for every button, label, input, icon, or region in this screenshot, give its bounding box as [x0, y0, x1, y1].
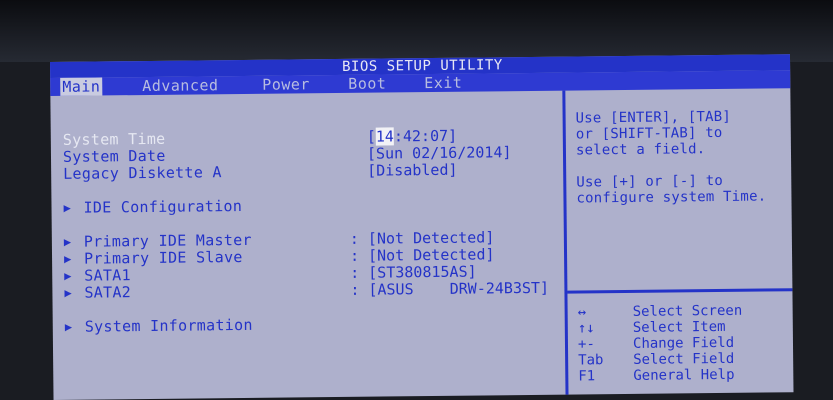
menu-exit[interactable]: Exit [424, 74, 462, 92]
row-ide-configuration[interactable]: ▶ IDE Configuration [51, 195, 563, 217]
menu-advanced[interactable]: Advanced [142, 76, 218, 95]
key-description: Change Field [632, 334, 735, 352]
submenu-arrow-icon: ▶ [63, 251, 72, 266]
menu-power[interactable]: Power [262, 75, 310, 93]
bios-title: BIOS SETUP UTILITY [341, 57, 503, 75]
sata2-label: SATA2 [84, 283, 132, 302]
key-legend-row: F1 General Help [578, 366, 788, 385]
system-time-rest: :42:07] [393, 126, 458, 146]
system-time-hour-field[interactable]: 14 [375, 127, 394, 146]
key-description: Select Field [633, 350, 735, 368]
help-text: select a field. [575, 141, 706, 159]
ide-configuration-label: IDE Configuration [83, 196, 243, 217]
help-text: Use [+] or [-] to [576, 172, 724, 191]
help-text: or [SHIFT-TAB] to [575, 124, 723, 143]
sata1-label: SATA1 [84, 266, 131, 285]
primary-ide-slave-label: Primary IDE Slave [83, 247, 243, 268]
legacy-diskette-label: Legacy Diskette A [63, 163, 222, 183]
bios-window: BIOS SETUP UTILITY Main Advanced Power B… [50, 54, 794, 400]
help-text: Use [ENTER], [TAB] [575, 108, 732, 127]
sata2-value: [ASUS DRW-24B3ST] [368, 278, 550, 299]
system-date-value[interactable]: [Sun 02/16/2014] [367, 143, 512, 163]
screen: BIOS SETUP UTILITY Main Advanced Power B… [0, 0, 833, 400]
help-panel: Use [ENTER], [TAB] or [SHIFT-TAB] to sel… [565, 88, 793, 394]
separator-colon: : [349, 246, 360, 265]
legacy-diskette-value[interactable]: [Disabled] [367, 161, 457, 180]
monitor-bezel [0, 0, 833, 62]
help-text: configure system Time. [576, 188, 767, 207]
submenu-arrow-icon: ▶ [64, 319, 73, 334]
settings-panel: System Time [14:42:07] System Date [Sun … [50, 90, 569, 400]
tab-key: Tab [578, 352, 604, 369]
row-sata2[interactable]: ▶ SATA2 : [ASUS DRW-24B3ST] [52, 278, 564, 302]
row-legacy-diskette[interactable]: Legacy Diskette A [Disabled] [51, 161, 563, 183]
submenu-arrow-icon: ▶ [63, 234, 72, 249]
separator-colon: : [349, 229, 359, 248]
menu-main[interactable]: Main [60, 77, 103, 96]
separator-colon: : [350, 263, 360, 282]
submenu-arrow-icon: ▶ [64, 285, 72, 300]
row-system-information[interactable]: ▶ System Information [53, 314, 565, 336]
help-divider [567, 288, 793, 294]
key-description: Select Item [632, 318, 726, 336]
key-description: Select Screen [632, 302, 743, 320]
submenu-arrow-icon: ▶ [64, 268, 72, 283]
f1-key: F1 [578, 368, 596, 385]
separator-colon: : [350, 280, 360, 299]
up-down-arrow-icon: ↑↓ [577, 320, 595, 337]
plus-minus-key: +- [577, 336, 595, 353]
menu-boot[interactable]: Boot [348, 74, 386, 92]
system-information-label: System Information [84, 315, 253, 336]
left-right-arrow-icon: ↔ [577, 304, 587, 321]
key-description: General Help [633, 366, 735, 384]
system-time-bracket: [ [366, 127, 376, 146]
submenu-arrow-icon: ▶ [63, 200, 71, 215]
